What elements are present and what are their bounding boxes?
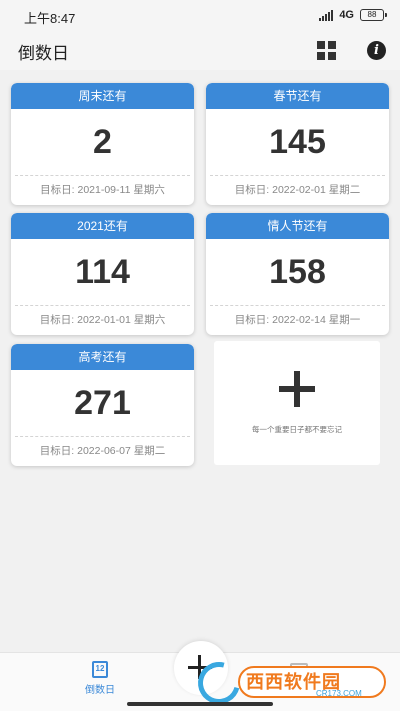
page-title: 倒数日 bbox=[18, 44, 69, 63]
plus-icon bbox=[279, 371, 315, 407]
card-title: 春节还有 bbox=[206, 83, 389, 109]
card-title: 2021还有 bbox=[11, 213, 194, 239]
signal-icon bbox=[319, 9, 334, 21]
card-target-date: 目标日: 2021-09-11 星期六 bbox=[40, 184, 165, 196]
card-days: 114 bbox=[75, 253, 130, 291]
countdown-card-weekend[interactable]: 周末还有 2 目标日: 2021-09-11 星期六 bbox=[11, 83, 194, 205]
countdown-card-valentines[interactable]: 情人节还有 158 目标日: 2022-02-14 星期一 bbox=[206, 213, 389, 335]
calendar-day: 12 bbox=[95, 664, 105, 673]
home-indicator[interactable] bbox=[127, 702, 273, 706]
countdown-card-spring-festival[interactable]: 春节还有 145 目标日: 2022-02-01 星期二 bbox=[206, 83, 389, 205]
watermark-sub: CR173.COM bbox=[316, 689, 362, 698]
card-days: 271 bbox=[74, 384, 131, 422]
watermark-logo: 西西软件园 CR173.COM bbox=[190, 654, 394, 711]
grid-icon[interactable] bbox=[317, 41, 336, 60]
tab-countdown[interactable]: 12 倒数日 bbox=[82, 659, 118, 697]
card-title: 周末还有 bbox=[11, 83, 194, 109]
add-card-hint: 每一个重要日子都不要忘记 bbox=[252, 425, 342, 434]
tab-countdown-label: 倒数日 bbox=[85, 685, 115, 696]
card-target-date: 目标日: 2022-02-14 星期一 bbox=[234, 314, 361, 326]
calendar-icon: 12 bbox=[92, 661, 108, 678]
status-time: 上午8:47 bbox=[24, 11, 76, 26]
status-bar: 上午8:47 4G 88 bbox=[0, 0, 400, 30]
app-header: 倒数日 i bbox=[0, 30, 400, 70]
card-title: 情人节还有 bbox=[206, 213, 389, 239]
card-title: 高考还有 bbox=[11, 344, 194, 370]
card-target-date: 目标日: 2022-02-01 星期二 bbox=[234, 184, 361, 196]
card-days: 2 bbox=[93, 123, 112, 161]
battery-icon: 88 bbox=[360, 9, 387, 21]
network-type: 4G bbox=[339, 9, 354, 21]
card-days: 145 bbox=[269, 123, 326, 161]
card-target-date: 目标日: 2022-01-01 星期六 bbox=[39, 314, 166, 326]
countdown-card-2021[interactable]: 2021还有 114 目标日: 2022-01-01 星期六 bbox=[11, 213, 194, 335]
info-icon[interactable]: i bbox=[367, 41, 386, 60]
card-target-date: 目标日: 2022-06-07 星期二 bbox=[39, 445, 166, 457]
status-indicators: 4G 88 bbox=[319, 7, 387, 23]
countdown-card-gaokao[interactable]: 高考还有 271 目标日: 2022-06-07 星期二 bbox=[11, 344, 194, 466]
add-countdown-card[interactable]: 每一个重要日子都不要忘记 bbox=[214, 341, 380, 465]
card-days: 158 bbox=[269, 253, 326, 291]
